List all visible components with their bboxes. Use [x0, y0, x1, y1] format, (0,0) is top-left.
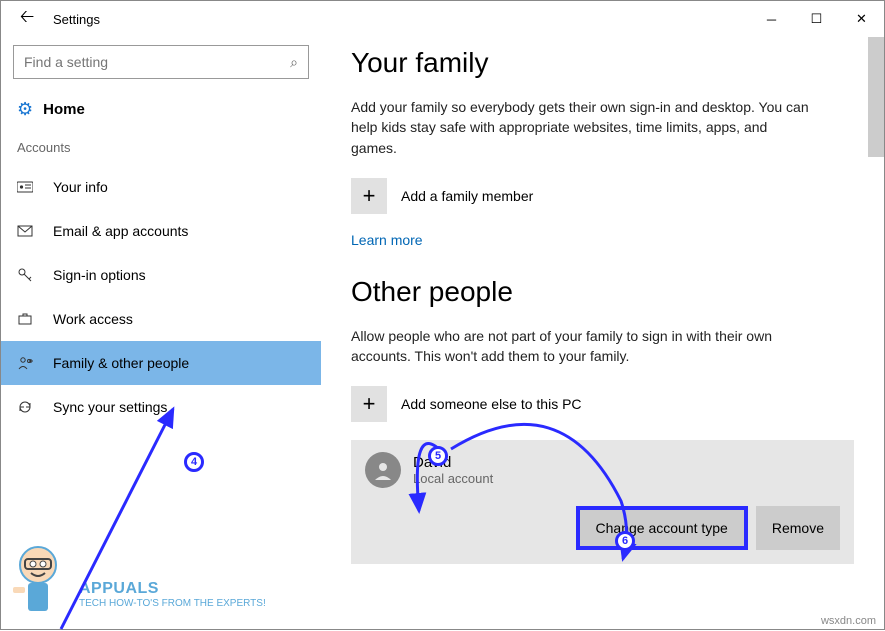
nav-label: Sync your settings: [53, 399, 167, 415]
nav-label: Email & app accounts: [53, 223, 188, 239]
add-family-member[interactable]: + Add a family member: [351, 178, 854, 214]
maximize-button[interactable]: ☐: [794, 1, 839, 37]
annotation-bubble-4: 4: [184, 452, 204, 472]
watermark-tagline: TECH HOW-TO'S FROM THE EXPERTS!: [79, 598, 266, 609]
nav-label: Family & other people: [53, 355, 189, 371]
search-input[interactable]: [24, 54, 290, 70]
people-icon: [17, 355, 41, 371]
briefcase-icon: [17, 311, 41, 327]
sync-icon: [17, 399, 41, 415]
person-name: David: [413, 454, 493, 471]
other-heading: Other people: [351, 276, 854, 308]
nav-email-accounts[interactable]: Email & app accounts: [1, 209, 321, 253]
learn-more-link[interactable]: Learn more: [351, 232, 423, 248]
other-desc: Allow people who are not part of your fa…: [351, 326, 811, 367]
home-link[interactable]: ⚙ Home: [1, 93, 321, 134]
gear-icon: ⚙: [17, 99, 33, 120]
nav-work-access[interactable]: Work access: [1, 297, 321, 341]
window-title: Settings: [53, 12, 100, 27]
nav-sync-settings[interactable]: Sync your settings: [1, 385, 321, 429]
nav-signin-options[interactable]: Sign-in options: [1, 253, 321, 297]
mail-icon: [17, 223, 41, 239]
family-desc: Add your family so everybody gets their …: [351, 97, 811, 158]
nav-family-other-people[interactable]: Family & other people: [1, 341, 321, 385]
home-label: Home: [43, 101, 85, 118]
category-label: Accounts: [1, 134, 321, 165]
search-icon: ⌕: [290, 54, 298, 71]
nav-label: Work access: [53, 311, 133, 327]
family-heading: Your family: [351, 47, 854, 79]
change-account-type-button[interactable]: Change account type: [576, 506, 748, 550]
nav-label: Sign-in options: [53, 267, 146, 283]
titlebar: 🡠 Settings ─ ☐ ✕: [1, 1, 884, 37]
back-button[interactable]: 🡠: [9, 1, 45, 37]
key-icon: [17, 267, 41, 283]
main-panel: Your family Add your family so everybody…: [321, 37, 884, 629]
remove-button[interactable]: Remove: [756, 506, 840, 550]
nav-your-info[interactable]: Your info: [1, 165, 321, 209]
site-credit: wsxdn.com: [821, 615, 876, 627]
person-card[interactable]: David Local account Change account type …: [351, 440, 854, 564]
avatar-icon: [365, 452, 401, 488]
scrollbar[interactable]: [868, 37, 884, 157]
minimize-button[interactable]: ─: [749, 1, 794, 37]
close-button[interactable]: ✕: [839, 1, 884, 37]
person-card-icon: [17, 179, 41, 195]
plus-icon: +: [351, 386, 387, 422]
plus-icon: +: [351, 178, 387, 214]
watermark-brand: APPUALS: [79, 580, 266, 598]
add-someone-else[interactable]: + Add someone else to this PC: [351, 386, 854, 422]
add-other-label: Add someone else to this PC: [401, 396, 582, 412]
add-family-label: Add a family member: [401, 188, 533, 204]
search-box[interactable]: ⌕: [13, 45, 309, 79]
annotation-bubble-6: 6: [615, 531, 635, 551]
annotation-bubble-5: 5: [428, 446, 448, 466]
nav-label: Your info: [53, 179, 108, 195]
person-subtitle: Local account: [413, 471, 493, 486]
watermark: APPUALS TECH HOW-TO'S FROM THE EXPERTS!: [79, 580, 266, 609]
appuals-mascot: [3, 537, 83, 627]
